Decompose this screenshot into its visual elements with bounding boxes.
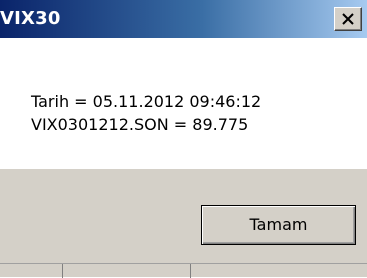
status-strip bbox=[0, 263, 367, 278]
message-dialog: VIX30 Tarih = 05.11.2012 09:46:12 VIX030… bbox=[0, 0, 367, 278]
strip-divider bbox=[62, 264, 63, 278]
title-bar[interactable]: VIX30 bbox=[0, 0, 367, 38]
window-title: VIX30 bbox=[0, 8, 61, 29]
button-area: Tamam bbox=[0, 169, 367, 263]
ok-button[interactable]: Tamam bbox=[201, 205, 356, 245]
message-area: Tarih = 05.11.2012 09:46:12 VIX0301212.S… bbox=[0, 38, 367, 169]
strip-divider bbox=[190, 264, 191, 278]
message-date-line: Tarih = 05.11.2012 09:46:12 bbox=[31, 92, 262, 111]
close-icon bbox=[342, 13, 354, 25]
close-button[interactable] bbox=[334, 7, 362, 31]
message-value-line: VIX0301212.SON = 89.775 bbox=[31, 115, 249, 134]
